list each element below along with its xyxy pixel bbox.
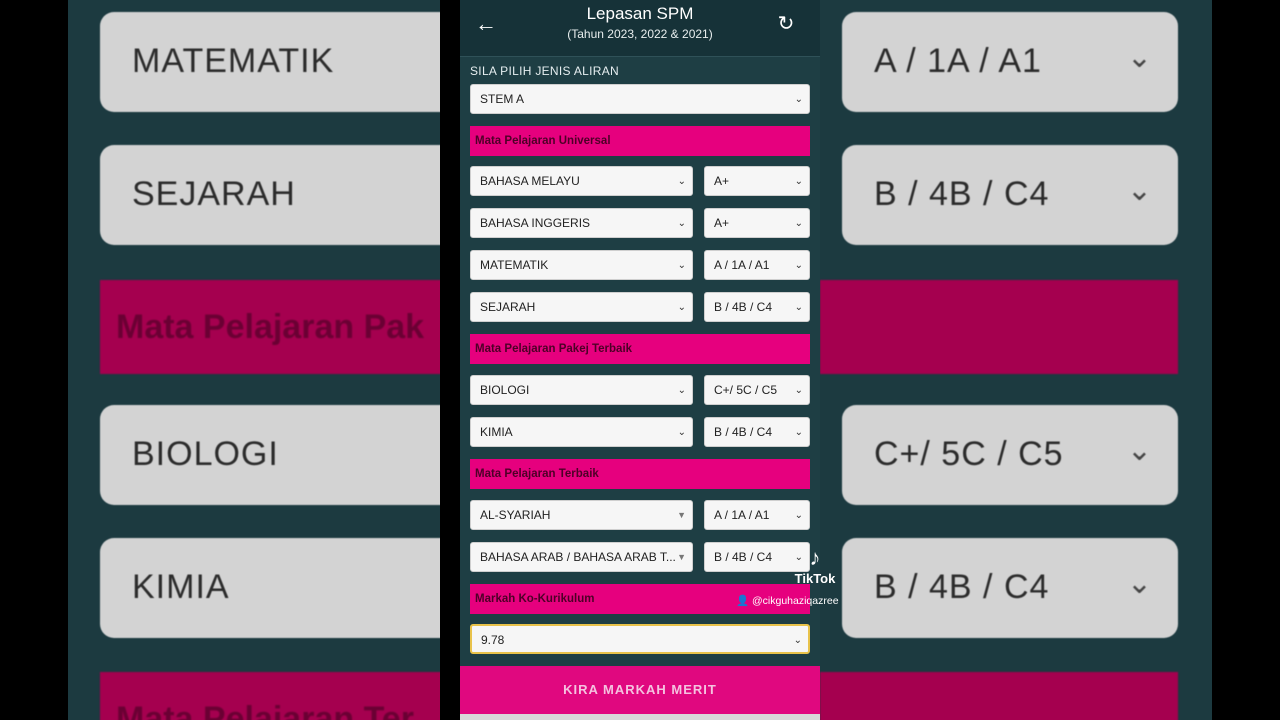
grade-select-5[interactable]: C+/ 5C / C5 ⌄ xyxy=(704,375,810,405)
chevron-down-icon: ⌄ xyxy=(677,302,686,313)
bg-box-sejarah: SEJARAH xyxy=(100,145,440,245)
background-right-panel: A / 1A / A1 ⌄ B / 4B / C4 ⌄ C+/ 5C / C5 ⌄ B… xyxy=(820,0,1212,720)
chevron-down-icon: ⌄ xyxy=(794,260,803,271)
subject-value: BIOLOGI xyxy=(480,383,530,397)
tiktok-logo-icon: ♪ xyxy=(809,545,821,570)
subject-value: BAHASA ARAB / BAHASA ARAB T... xyxy=(480,550,676,564)
calculate-merit-button[interactable]: KIRA MARKAH MERIT xyxy=(460,666,820,714)
background-left-panel: MATEMATIK SEJARAH Mata Pelajaran Pak BIO… xyxy=(68,0,440,720)
grade-value: A / 1A / A1 xyxy=(714,258,770,272)
bottom-strip xyxy=(460,714,820,720)
chevron-down-icon: ⌄ xyxy=(677,176,686,187)
section-pakej: Mata Pelajaran Pakej Terbaik xyxy=(470,334,810,364)
section-universal: Mata Pelajaran Universal xyxy=(470,126,810,156)
grade-value: A / 1A / A1 xyxy=(714,508,770,522)
chevron-down-icon: ⌄ xyxy=(677,260,686,271)
chevron-down-icon: ⌄ xyxy=(677,427,686,438)
subject-select-6[interactable]: KIMIA ⌄ xyxy=(470,417,693,447)
grade-value: C+/ 5C / C5 xyxy=(714,383,778,397)
grade-select-4[interactable]: B / 4B / C4 ⌄ xyxy=(704,292,810,322)
bg-section-pink-right-2 xyxy=(820,672,1178,720)
bg-box-grade-4: B / 4B / C4 ⌄ xyxy=(842,538,1178,638)
subject-value: BAHASA INGGERIS xyxy=(480,216,591,230)
grade-select-1[interactable]: A+ ⌄ xyxy=(704,166,810,196)
page-title: Lepasan SPM xyxy=(586,4,694,23)
chevron-down-icon: ⌄ xyxy=(794,94,803,105)
app-header: ← Lepasan SPM (Tahun 2023, 2022 & 2021) … xyxy=(460,0,820,57)
subject-value: BAHASA MELAYU xyxy=(480,174,580,188)
bg-box-grade-1: A / 1A / A1 ⌄ xyxy=(842,12,1178,112)
chevron-down-icon: ⌄ xyxy=(794,218,803,229)
bg-box-kimia: KIMIA xyxy=(100,538,440,638)
grade-value: B / 4B / C4 xyxy=(714,300,773,314)
subject-value: KIMIA xyxy=(480,425,513,439)
chevron-down-icon: ⌄ xyxy=(677,385,686,396)
grade-value: A+ xyxy=(714,216,730,230)
subject-select-4[interactable]: SEJARAH ⌄ xyxy=(470,292,693,322)
subject-select-8[interactable]: BAHASA ARAB / BAHASA ARAB T... ▼ xyxy=(470,542,693,572)
subject-select-2[interactable]: BAHASA INGGERIS ⌄ xyxy=(470,208,693,238)
chevron-down-icon: ⌄ xyxy=(794,176,803,187)
chevron-down-icon: ⌄ xyxy=(677,218,686,229)
triangle-down-icon: ▼ xyxy=(677,552,686,562)
grade-select-6[interactable]: B / 4B / C4 ⌄ xyxy=(704,417,810,447)
stream-select-value: STEM A xyxy=(480,92,525,106)
kokurikulum-value: 9.78 xyxy=(481,633,505,647)
grade-select-3[interactable]: A / 1A / A1 ⌄ xyxy=(704,250,810,280)
triangle-down-icon: ▼ xyxy=(677,510,686,520)
grade-select-2[interactable]: A+ ⌄ xyxy=(704,208,810,238)
refresh-icon[interactable]: ↻ xyxy=(772,10,800,38)
grade-value: A+ xyxy=(714,174,730,188)
bg-box-matematik: MATEMATIK xyxy=(100,12,440,112)
chevron-down-icon: ⌄ xyxy=(794,302,803,313)
subject-select-3[interactable]: MATEMATIK ⌄ xyxy=(470,250,693,280)
subject-value: MATEMATIK xyxy=(480,258,549,272)
user-icon: 👤 xyxy=(736,595,750,607)
subject-select-7[interactable]: AL-SYARIAH ▼ xyxy=(470,500,693,530)
bg-box-grade-2: B / 4B / C4 ⌄ xyxy=(842,145,1178,245)
bg-section-pink-right xyxy=(820,280,1178,374)
phone-screen: ← Lepasan SPM (Tahun 2023, 2022 & 2021) … xyxy=(460,0,820,720)
tiktok-handle: 👤 @cikguhaziqazree xyxy=(736,594,839,607)
bg-section-terbaik: Mata Pelajaran Ter xyxy=(100,672,440,720)
kokurikulum-select[interactable]: 9.78 ⌄ xyxy=(470,624,810,654)
subject-select-1[interactable]: BAHASA MELAYU ⌄ xyxy=(470,166,693,196)
tiktok-brand: TikTok xyxy=(794,571,836,586)
bg-box-grade-3: C+/ 5C / C5 ⌄ xyxy=(842,405,1178,505)
tiktok-watermark: ♪ TikTok xyxy=(790,545,840,586)
subject-value: AL-SYARIAH xyxy=(480,508,551,522)
chevron-down-icon: ⌄ xyxy=(794,510,803,521)
grade-value: B / 4B / C4 xyxy=(714,425,773,439)
subject-value: SEJARAH xyxy=(480,300,536,314)
tiktok-handle-text: @cikguhaziqazree xyxy=(752,595,839,607)
stream-select[interactable]: STEM A ⌄ xyxy=(470,84,810,114)
stream-label: SILA PILIH JENIS ALIRAN xyxy=(470,64,619,78)
section-terbaik: Mata Pelajaran Terbaik xyxy=(470,459,810,489)
page-subtitle: (Tahun 2023, 2022 & 2021) xyxy=(567,27,713,41)
chevron-down-icon: ⌄ xyxy=(794,385,803,396)
chevron-down-icon: ⌄ xyxy=(794,427,803,438)
chevron-down-icon: ⌄ xyxy=(793,635,802,646)
subject-select-5[interactable]: BIOLOGI ⌄ xyxy=(470,375,693,405)
grade-select-7[interactable]: A / 1A / A1 ⌄ xyxy=(704,500,810,530)
bg-box-biologi: BIOLOGI xyxy=(100,405,440,505)
bg-section-pakej: Mata Pelajaran Pak xyxy=(100,280,440,374)
grade-value: B / 4B / C4 xyxy=(714,550,773,564)
